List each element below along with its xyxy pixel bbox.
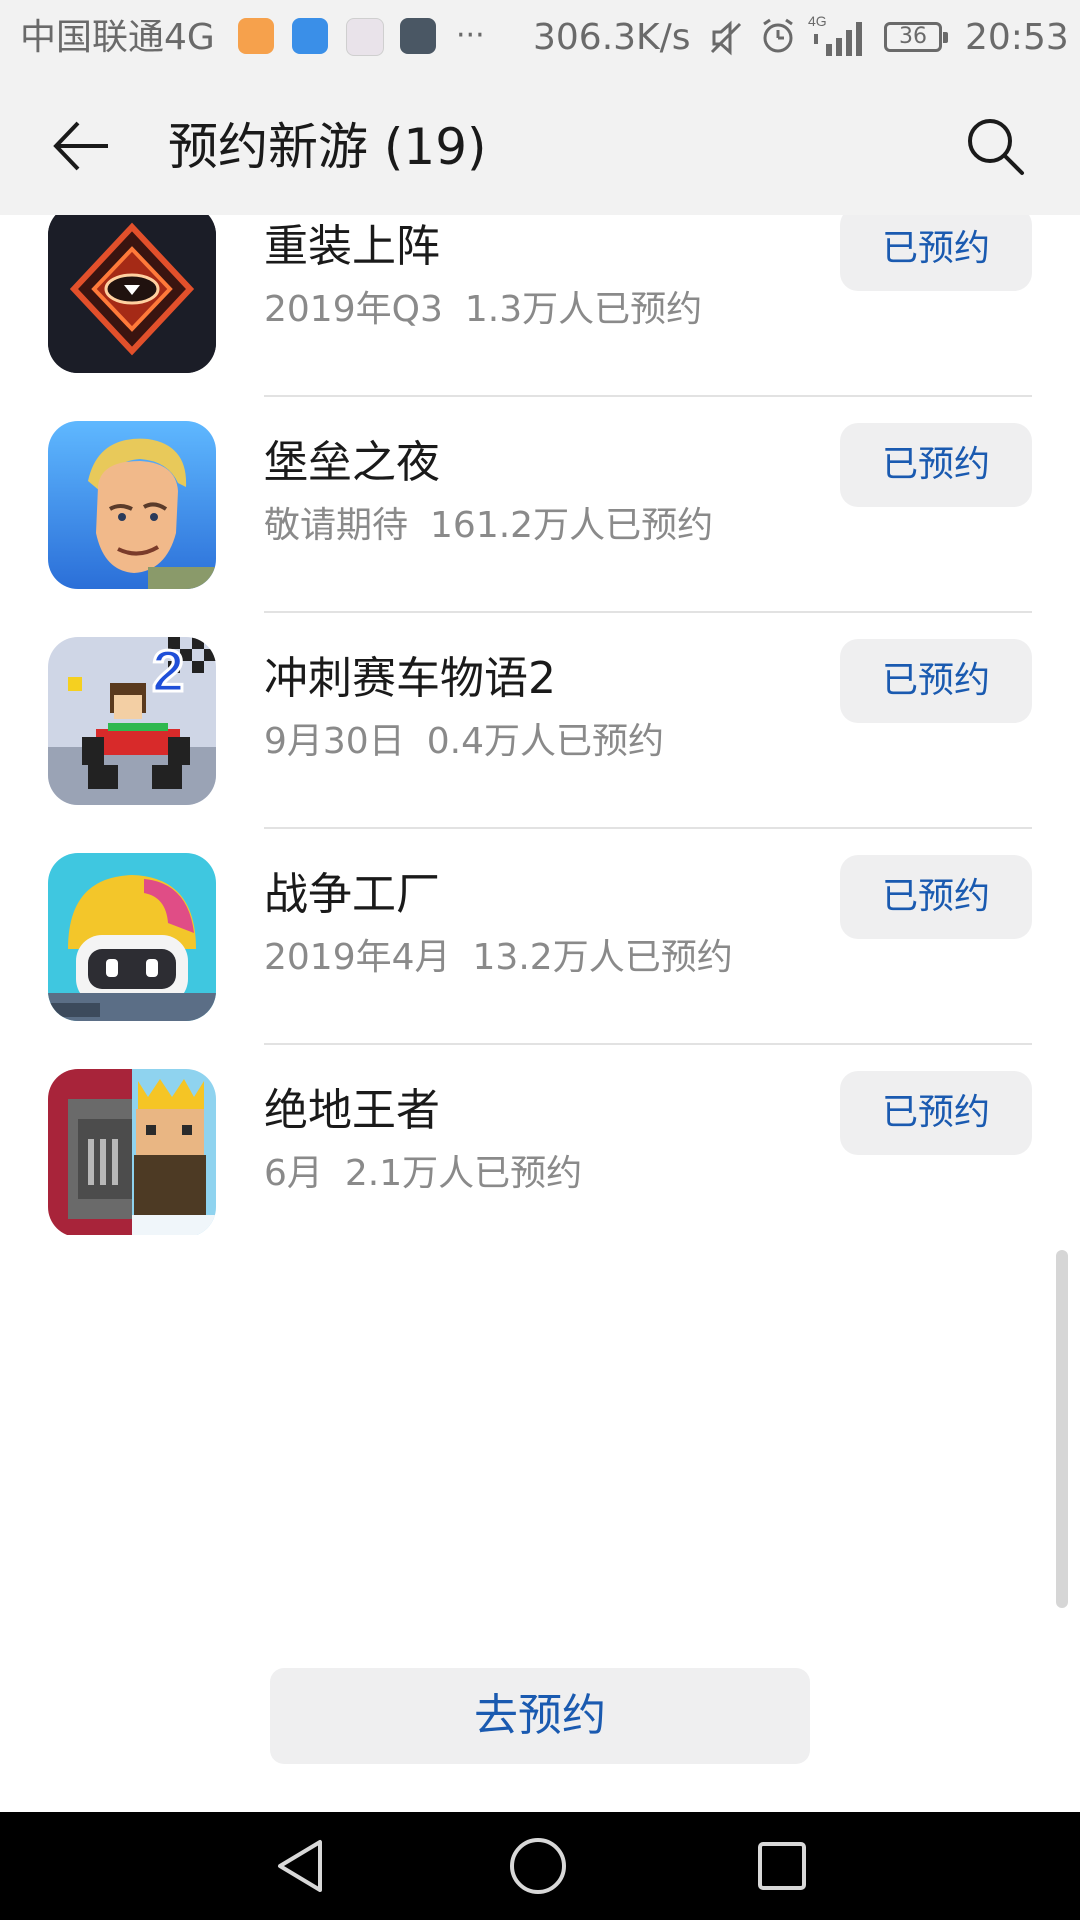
game-meta: 6月 2.1万人已预约	[264, 1149, 582, 1199]
game-meta: 2019年Q3 1.3万人已预约	[264, 285, 702, 335]
health-app-icon	[238, 18, 274, 54]
release-date: 2019年4月	[264, 937, 451, 978]
game-icon-zhongzhuang[interactable]	[48, 215, 216, 373]
back-arrow-icon[interactable]	[46, 111, 116, 181]
mute-icon	[710, 20, 742, 56]
page-title: 预约新游 (19)	[168, 118, 487, 176]
game-name: 绝地王者	[264, 1085, 440, 1136]
list-item[interactable]: 战争工厂 2019年4月 13.2万人已预约 已预约	[0, 829, 1080, 1045]
reservation-count: 1.3万人已预约	[464, 289, 703, 330]
game-meta: 9月30日 0.4万人已预约	[264, 717, 664, 767]
game-name: 冲刺赛车物语2	[264, 653, 556, 704]
game-meta: 敬请期待 161.2万人已预约	[264, 501, 713, 551]
signal-icon: 4G	[808, 13, 862, 56]
network-type-label: 4G	[808, 13, 827, 29]
reservation-count: 13.2万人已预约	[472, 937, 733, 978]
gallery-app-icon	[346, 18, 384, 56]
game-meta: 2019年4月 13.2万人已预约	[264, 933, 733, 983]
reserved-button[interactable]: 已预约	[840, 423, 1032, 507]
clock: 20:53	[965, 17, 1069, 58]
list-item[interactable]: 堡垒之夜 敬请期待 161.2万人已预约 已预约	[0, 397, 1080, 613]
game-name: 战争工厂	[264, 869, 440, 920]
browser-app-icon	[400, 18, 436, 54]
game-icon-fortnite[interactable]	[48, 421, 216, 589]
screen: 中国联通4G ··· 306.3K/s 4G 36 20:53 预约新游 (19…	[0, 0, 1080, 1920]
list-item[interactable]: 2 冲刺赛车物语2 9月30日 0.4万人已预约 已预约	[0, 613, 1080, 829]
reserved-button[interactable]: 已预约	[840, 639, 1032, 723]
reservation-count: 161.2万人已预约	[430, 505, 714, 546]
release-date: 2019年Q3	[264, 289, 443, 330]
more-notifications-icon: ···	[456, 18, 485, 53]
net-speed: 306.3K/s	[533, 17, 691, 58]
go-reserve-button[interactable]: 去预约	[270, 1668, 810, 1764]
game-icon-jedi-king[interactable]	[48, 1069, 216, 1235]
system-nav-bar	[0, 1812, 1080, 1920]
list-item[interactable]: 绝地王者 6月 2.1万人已预约 已预约	[0, 1045, 1080, 1235]
alarm-icon	[763, 18, 793, 53]
reserved-button[interactable]: 已预约	[840, 855, 1032, 939]
battery-icon: 36	[884, 22, 948, 52]
list-scrollbar[interactable]	[1056, 1250, 1068, 1608]
nav-home-icon[interactable]	[506, 1834, 570, 1898]
app-header: 预约新游 (19)	[0, 75, 1080, 215]
game-name: 堡垒之夜	[264, 437, 440, 488]
status-bar: 中国联通4G ··· 306.3K/s 4G 36 20:53	[0, 0, 1080, 75]
game-name: 重装上阵	[264, 221, 440, 272]
release-date: 敬请期待	[264, 505, 409, 546]
release-date: 6月	[264, 1153, 323, 1194]
reserved-button[interactable]: 已预约	[840, 1071, 1032, 1155]
svg-text:2: 2	[152, 639, 184, 704]
nav-recent-apps-icon[interactable]	[750, 1834, 814, 1898]
release-date: 9月30日	[264, 721, 405, 762]
carrier-label: 中国联通4G	[20, 17, 215, 58]
reserved-button[interactable]: 已预约	[840, 215, 1032, 291]
game-icon-racing[interactable]: 2	[48, 637, 216, 805]
reservation-count: 0.4万人已预约	[426, 721, 664, 762]
game-icon-war-factory[interactable]	[48, 853, 216, 1021]
list-item[interactable]: 重装上阵 2019年Q3 1.3万人已预约 已预约	[0, 215, 1080, 397]
messages-app-icon	[292, 18, 328, 54]
search-icon[interactable]	[960, 111, 1030, 181]
nav-back-icon[interactable]	[268, 1834, 332, 1898]
reservation-count: 2.1万人已预约	[344, 1153, 583, 1194]
reserved-games-list[interactable]: 重装上阵 2019年Q3 1.3万人已预约 已预约 堡垒之夜 敬请期待 161.…	[0, 215, 1080, 1235]
